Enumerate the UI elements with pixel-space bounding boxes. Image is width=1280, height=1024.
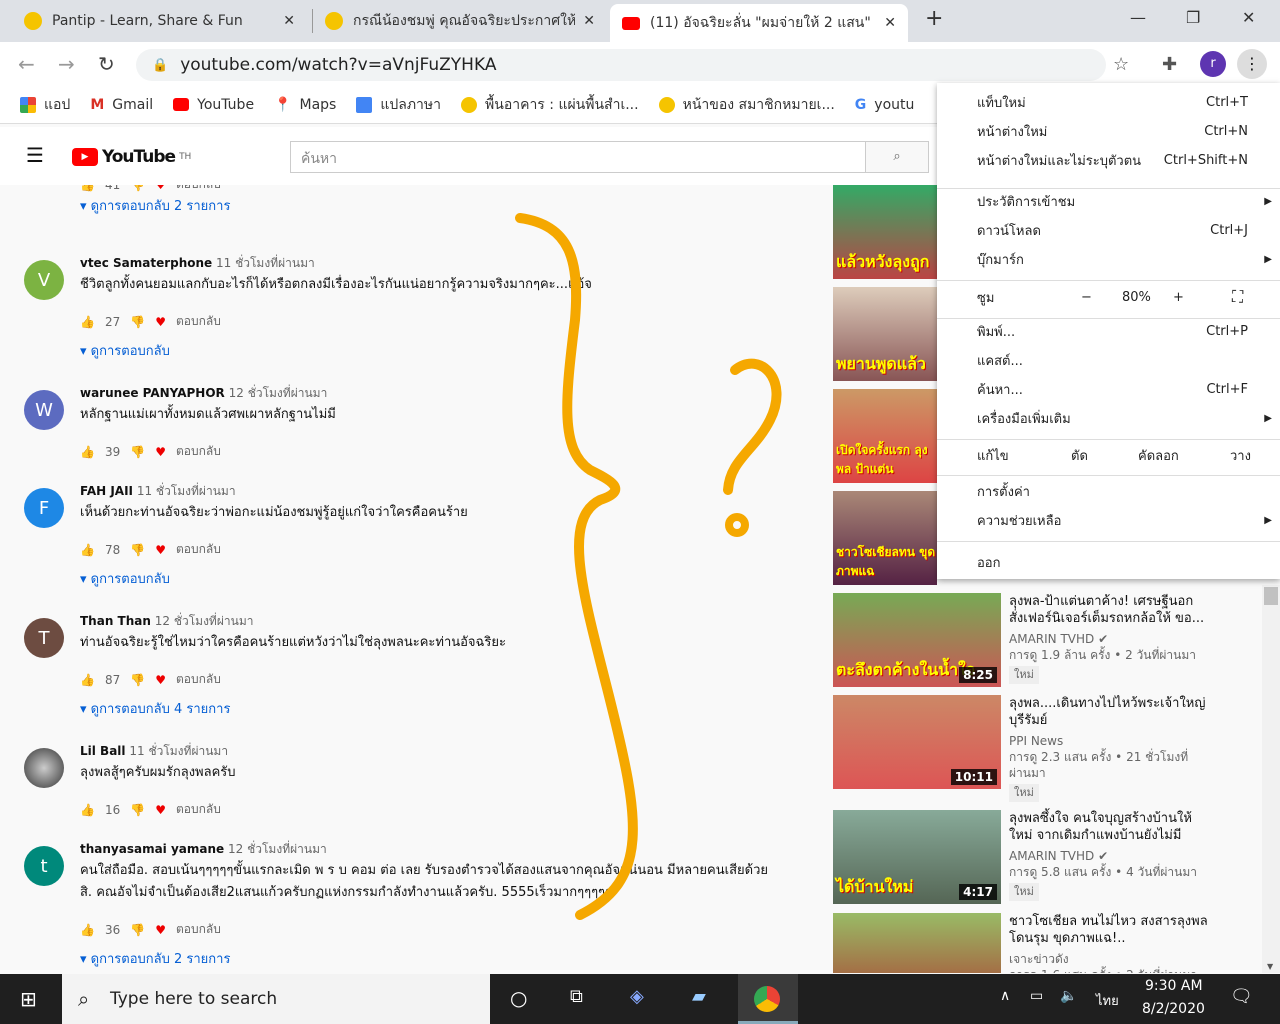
menu-item-zoom: ซูม − 80% + ⛶ <box>937 283 1280 311</box>
windows-start-icon[interactable]: ⊞ <box>20 987 37 1011</box>
clock-time[interactable]: 9:30 AM <box>1145 978 1203 994</box>
cut-button[interactable]: ตัด <box>1071 445 1088 466</box>
shortcut: Ctrl+Shift+N <box>1163 152 1248 168</box>
cortana-icon[interactable]: ○ <box>510 986 527 1010</box>
paste-button[interactable]: วาง <box>1230 445 1251 466</box>
shortcut: Ctrl+J <box>1210 222 1248 238</box>
menu-separator <box>937 280 1280 281</box>
chrome-menu: แท็บใหม่ Ctrl+T หน้าต่างใหม่ Ctrl+N หน้าต่าง… <box>937 83 1280 579</box>
zoom-out-button[interactable]: − <box>1081 290 1092 305</box>
windows-taskbar: ⊞ ⌕ Type here to search ○ ⧉ ◈ ▰ ∧ ▭ 🔈 ไทย… <box>0 974 1280 1024</box>
menu-item-downloads[interactable]: ดาวน์โหลด Ctrl+J <box>937 216 1280 244</box>
menu-item-find[interactable]: ค้นหา... Ctrl+F <box>937 375 1280 403</box>
app-icon[interactable]: ◈ <box>630 986 644 1007</box>
shortcut: Ctrl+N <box>1204 123 1248 139</box>
clock-date[interactable]: 8/2/2020 <box>1142 1001 1205 1017</box>
submenu-arrow-icon: ▶ <box>1264 514 1272 526</box>
chrome-taskbar-icon[interactable] <box>738 974 798 1024</box>
zoom-level: 80% <box>1122 289 1151 305</box>
curly-brace-mark <box>515 213 638 920</box>
menu-item-new-window[interactable]: หน้าต่างใหม่ Ctrl+N <box>937 117 1280 145</box>
menu-item-more-tools[interactable]: เครื่องมือเพิ่มเติม ▶ <box>937 404 1280 432</box>
shortcut: Ctrl+T <box>1206 94 1248 110</box>
network-icon[interactable]: ▭ <box>1030 988 1043 1004</box>
zoom-label: ซูม <box>977 290 995 306</box>
edit-label: แก้ไข <box>977 448 1009 464</box>
menu-separator <box>937 439 1280 440</box>
submenu-arrow-icon: ▶ <box>1264 412 1272 424</box>
show-hidden-icons[interactable]: ∧ <box>1000 988 1010 1004</box>
input-language[interactable]: ไทย <box>1096 990 1119 1011</box>
menu-item-edit: แก้ไข ตัด คัดลอก วาง <box>937 441 1280 469</box>
menu-item-incognito[interactable]: หน้าต่างใหม่และไม่ระบุตัวตน Ctrl+Shift+N <box>937 146 1280 174</box>
menu-separator <box>937 541 1280 542</box>
menu-item-new-tab[interactable]: แท็บใหม่ Ctrl+T <box>937 88 1280 116</box>
menu-item-cast[interactable]: แคสต์... <box>937 346 1280 374</box>
shortcut: Ctrl+F <box>1206 381 1248 397</box>
volume-icon[interactable]: 🔈 <box>1060 988 1077 1004</box>
menu-item-history[interactable]: ประวัติการเข้าชม ▶ <box>937 187 1280 215</box>
menu-separator <box>937 475 1280 476</box>
zoom-in-button[interactable]: + <box>1173 290 1184 305</box>
taskbar-search-input[interactable]: ⌕ Type here to search <box>62 974 490 1024</box>
shortcut: Ctrl+P <box>1206 323 1248 339</box>
question-mark-dot <box>725 513 749 537</box>
menu-item-print[interactable]: พิมพ์... Ctrl+P <box>937 317 1280 345</box>
submenu-arrow-icon: ▶ <box>1264 253 1272 265</box>
task-view-icon[interactable]: ⧉ <box>570 986 583 1007</box>
notifications-icon[interactable]: 🗨 <box>1230 986 1253 1007</box>
submenu-arrow-icon: ▶ <box>1264 195 1272 207</box>
menu-item-bookmarks[interactable]: บุ๊กมาร์ก ▶ <box>937 245 1280 273</box>
search-icon: ⌕ <box>78 987 90 1011</box>
copy-button[interactable]: คัดลอก <box>1138 445 1179 466</box>
menu-item-settings[interactable]: การตั้งค่า <box>937 477 1280 505</box>
fullscreen-icon[interactable]: ⛶ <box>1232 287 1243 307</box>
question-mark <box>723 358 782 495</box>
menu-item-help[interactable]: ความช่วยเหลือ ▶ <box>937 506 1280 534</box>
notes-app-icon[interactable]: ▰ <box>692 986 706 1007</box>
menu-item-exit[interactable]: ออก <box>937 548 1280 576</box>
